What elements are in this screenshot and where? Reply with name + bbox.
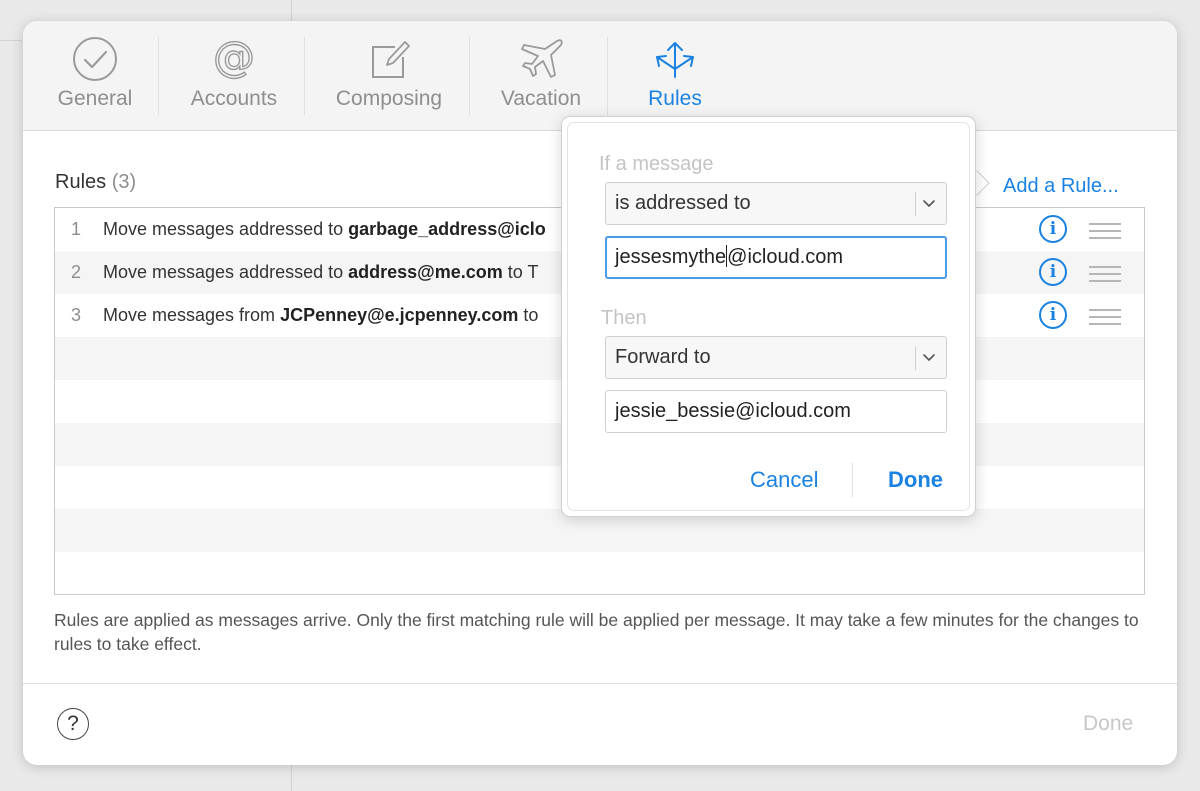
rule-text: Move messages addressed to [103, 262, 349, 282]
tab-separator [607, 37, 608, 115]
done-button: Done [1083, 712, 1134, 735]
compose-icon [372, 41, 410, 78]
forward-address-input[interactable]: jessie_bessie@icloud.com [605, 390, 947, 433]
condition-address-input[interactable]: jessesmythe@icloud.com [605, 236, 947, 279]
tab-vacation[interactable]: Vacation [491, 35, 591, 121]
rule-text-suffix: to T [502, 262, 539, 282]
preferences-toolbar: General @ Accounts Composing Vacation Ru… [23, 21, 1177, 131]
rule-number: 1 [70, 219, 81, 239]
rule-text-suffix: to [518, 305, 539, 325]
info-icon[interactable]: i [1039, 301, 1067, 329]
drag-handle-icon[interactable] [1089, 223, 1121, 239]
tab-separator [158, 37, 159, 115]
tab-composing[interactable]: Composing [328, 35, 450, 121]
rule-description: Move messages addressed to address@me.co… [103, 262, 538, 283]
rules-heading-title: Rules [55, 171, 107, 193]
footer-divider [23, 683, 1177, 684]
rule-description: Move messages addressed to garbage_addre… [103, 219, 546, 240]
airplane-icon [521, 39, 563, 78]
condition-select[interactable]: is addressed to [605, 182, 947, 225]
chevron-down-icon [923, 200, 935, 207]
popover-done-button[interactable]: Done [888, 467, 943, 493]
tab-rules[interactable]: Rules [635, 35, 715, 121]
tab-general-label: General [57, 87, 133, 110]
rules-count: (3) [111, 171, 137, 193]
action-select-value: Forward to [615, 346, 711, 368]
empty-row [55, 552, 1144, 594]
action-select[interactable]: Forward to [605, 336, 947, 379]
help-icon[interactable]: ? [57, 708, 89, 740]
cancel-button[interactable]: Cancel [750, 467, 818, 493]
button-separator [852, 463, 853, 497]
rule-number: 2 [70, 262, 81, 282]
action-label: Then [601, 307, 647, 329]
tab-separator [469, 37, 470, 115]
chevron-down-icon [923, 354, 935, 361]
rule-address: JCPenney@e.jcpenney.com [280, 305, 519, 325]
info-icon[interactable]: i [1039, 258, 1067, 286]
rule-address: garbage_address@iclo [348, 219, 546, 239]
drag-handle-icon[interactable] [1089, 266, 1121, 282]
select-divider [915, 346, 916, 370]
drag-handle-icon[interactable] [1089, 309, 1121, 325]
rule-text: Move messages addressed to [103, 219, 349, 239]
tab-accounts[interactable]: @ Accounts [183, 35, 285, 121]
tab-composing-label: Composing [335, 87, 443, 110]
popover-inner: If a message is addressed to jessesmythe… [567, 122, 970, 511]
rules-heading: Rules (3) [55, 171, 136, 194]
rules-footnote: Rules are applied as messages arrive. On… [54, 610, 1139, 654]
rules-arrows-icon [656, 42, 694, 78]
rule-address: address@me.com [348, 262, 503, 282]
tab-separator [304, 37, 305, 115]
condition-input-text: jessesmythe [615, 246, 727, 268]
select-divider [915, 192, 916, 216]
rule-number: 3 [70, 305, 81, 325]
rule-text: Move messages from [103, 305, 281, 325]
rule-description: Move messages from JCPenney@e.jcpenney.c… [103, 305, 538, 326]
tab-rules-label: Rules [648, 87, 702, 110]
checkmark-circle-icon [73, 37, 117, 81]
add-rule-link[interactable]: Add a Rule... [1003, 175, 1119, 198]
tab-accounts-label: Accounts [190, 87, 278, 110]
condition-select-value: is addressed to [615, 192, 751, 214]
svg-text:@: @ [213, 35, 255, 81]
tab-general[interactable]: General [47, 35, 143, 121]
background-divider [0, 40, 22, 41]
at-sign-icon: @ [212, 35, 255, 82]
condition-label: If a message [599, 153, 714, 175]
info-icon[interactable]: i [1039, 215, 1067, 243]
rule-editor-popover: If a message is addressed to jessesmythe… [561, 116, 976, 517]
condition-input-text-rest: @icloud.com [727, 246, 844, 268]
tab-vacation-label: Vacation [500, 87, 582, 110]
